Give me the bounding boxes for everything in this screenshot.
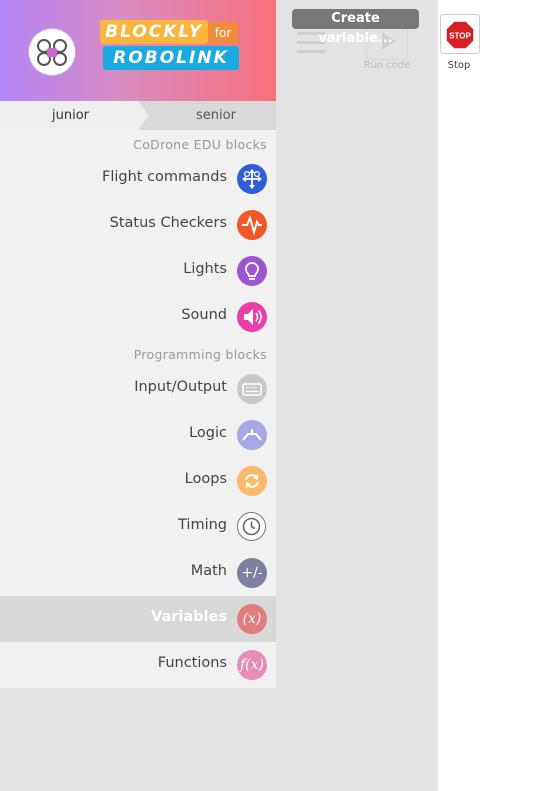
category-label: Functions xyxy=(157,655,227,671)
keyboard-icon xyxy=(237,374,267,404)
variable-icon: (x) xyxy=(237,604,267,634)
create-variable-button[interactable]: Create variable... xyxy=(292,9,419,46)
category-loops[interactable]: Loops xyxy=(0,458,276,504)
category-label: Status Checkers xyxy=(109,215,227,231)
speaker-icon xyxy=(237,302,267,332)
logo-robolink: ROBOLINK xyxy=(103,46,239,70)
pulse-icon xyxy=(237,210,267,240)
logic-icon xyxy=(237,420,267,450)
category-label: Flight commands xyxy=(101,169,227,185)
stop-sign-icon: STOP xyxy=(445,20,475,50)
section-programming-blocks: Programming blocks xyxy=(133,347,267,362)
tab-junior-label: junior xyxy=(52,108,90,123)
category-sound[interactable]: Sound xyxy=(0,294,276,340)
toolbox-sidebar: BLOCKLY for ROBOLINK junior senior CoDro… xyxy=(0,0,276,688)
category-flight-commands[interactable]: Flight commands xyxy=(0,156,276,202)
tab-senior[interactable]: senior xyxy=(138,101,276,130)
clock-icon xyxy=(237,512,266,541)
category-timing[interactable]: Timing xyxy=(0,504,276,550)
drone-avatar-icon xyxy=(29,29,75,75)
blockly-robolink-logo: BLOCKLY for ROBOLINK xyxy=(100,20,240,72)
stop-label: Stop xyxy=(447,60,471,71)
function-icon: f(x) xyxy=(237,650,267,680)
category-logic[interactable]: Logic xyxy=(0,412,276,458)
tab-junior[interactable]: junior xyxy=(0,101,148,130)
category-label: Lights xyxy=(183,261,227,277)
category-label: Timing xyxy=(178,517,227,533)
category-functions[interactable]: Functions f(x) xyxy=(0,642,276,688)
stop-sign-text: STOP xyxy=(449,32,471,41)
category-math[interactable]: Math +/- xyxy=(0,550,276,596)
category-variables[interactable]: Variables (x) xyxy=(0,596,276,642)
tab-senior-label: senior xyxy=(196,108,236,123)
logo-for: for xyxy=(208,22,238,44)
category-label: Loops xyxy=(184,471,227,487)
sidebar-header: BLOCKLY for ROBOLINK xyxy=(0,0,276,101)
lightbulb-icon xyxy=(237,256,267,286)
stop-button[interactable]: STOP xyxy=(440,14,480,54)
logo-blockly: BLOCKLY xyxy=(100,20,208,44)
category-label: Input/Output xyxy=(134,379,227,395)
section-codrone-edu-blocks: CoDrone EDU blocks xyxy=(133,137,267,152)
drone-arrows-icon xyxy=(237,164,267,194)
category-status-checkers[interactable]: Status Checkers xyxy=(0,202,276,248)
category-input-output[interactable]: Input/Output xyxy=(0,366,276,412)
plus-minus-icon: +/- xyxy=(237,558,267,588)
category-label: Math xyxy=(190,563,227,579)
run-code-label: Run code xyxy=(363,60,411,71)
category-label: Sound xyxy=(181,307,227,323)
loop-icon xyxy=(237,466,267,496)
level-tabs: junior senior xyxy=(0,101,276,130)
category-label: Logic xyxy=(189,425,227,441)
category-lights[interactable]: Lights xyxy=(0,248,276,294)
category-label: Variables xyxy=(151,609,227,625)
